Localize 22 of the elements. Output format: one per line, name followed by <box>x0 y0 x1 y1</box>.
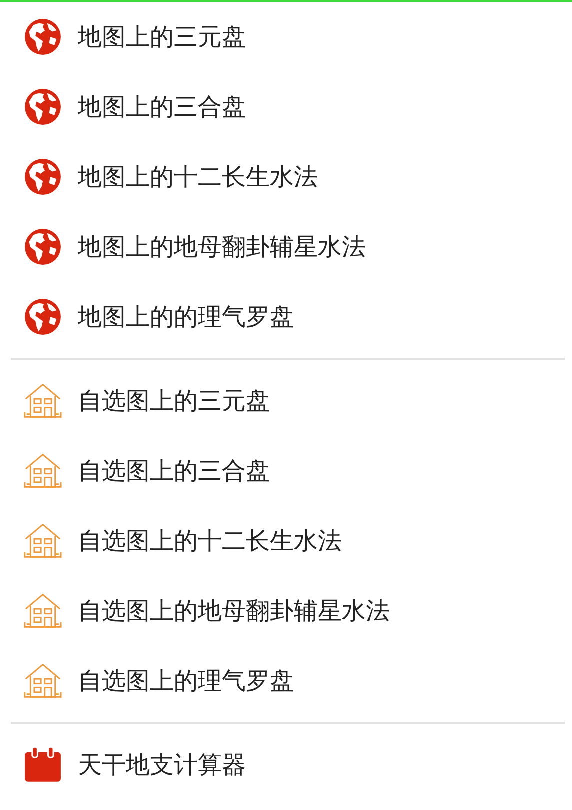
menu-item[interactable]: 地图上的三合盘 <box>78 91 246 123</box>
globe-icon <box>24 228 62 266</box>
house-icon <box>24 382 62 420</box>
house-icon <box>24 522 62 560</box>
globe-icon <box>24 88 62 126</box>
house-icon <box>24 662 62 700</box>
menu-item[interactable]: 自选图上的十二长生水法 <box>78 525 342 557</box>
menu-item[interactable]: 地图上的三元盘 <box>78 21 246 53</box>
menu-item[interactable]: 自选图上的理气罗盘 <box>78 665 294 697</box>
menu-item[interactable]: 地图上的地母翻卦辅星水法 <box>78 231 366 263</box>
menu-item[interactable]: 自选图上的三元盘 <box>78 385 270 417</box>
house-icon <box>24 592 62 630</box>
menu-item[interactable]: 自选图上的地母翻卦辅星水法 <box>78 595 390 627</box>
globe-icon <box>24 18 62 56</box>
menu-item[interactable]: 自选图上的三合盘 <box>78 455 270 487</box>
menu-item[interactable]: 天干地支计算器 <box>78 749 246 781</box>
calendar-icon <box>24 746 62 784</box>
menu-item[interactable]: 地图上的的理气罗盘 <box>78 301 294 333</box>
globe-icon <box>24 298 62 336</box>
house-icon <box>24 452 62 490</box>
globe-icon <box>24 158 62 196</box>
menu-item[interactable]: 地图上的十二长生水法 <box>78 161 318 193</box>
